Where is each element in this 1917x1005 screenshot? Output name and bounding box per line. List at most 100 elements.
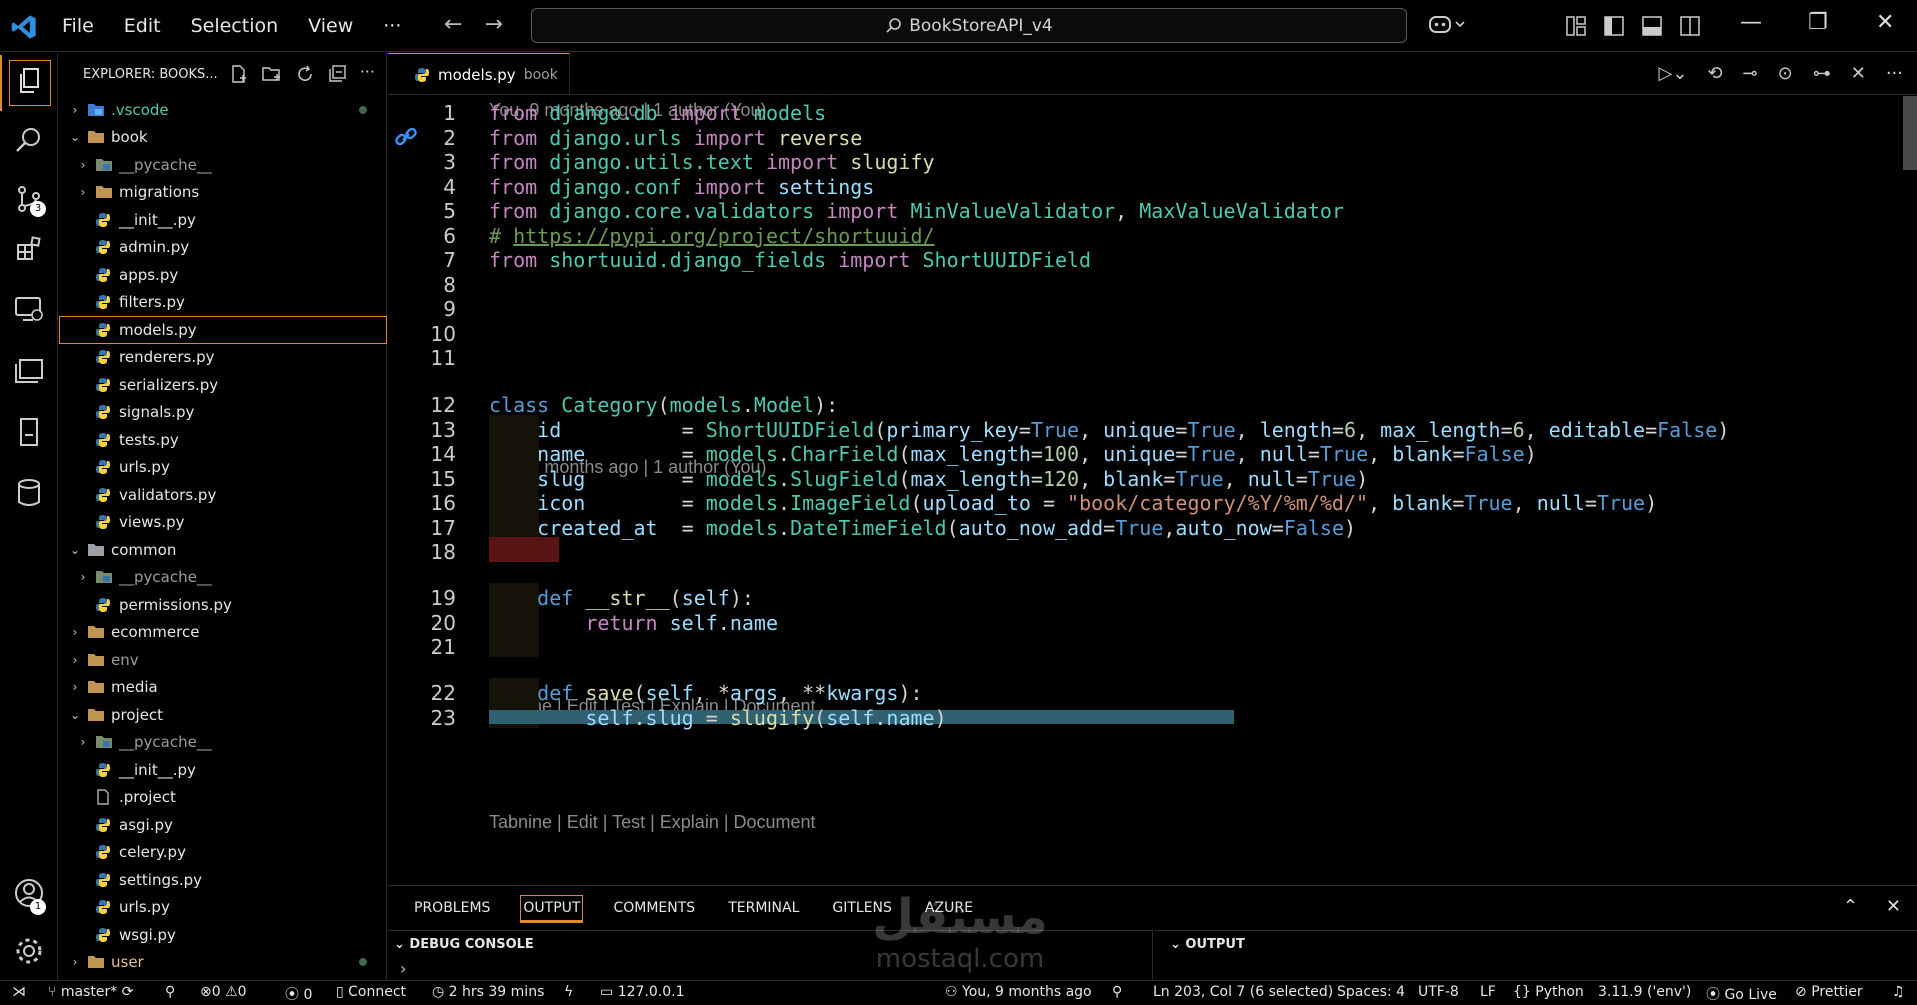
tree-folder[interactable]: › __pycache__ <box>59 151 387 179</box>
search-activity[interactable] <box>0 112 58 168</box>
commit-icon[interactable]: ⊙ <box>1778 63 1793 84</box>
tab-output[interactable]: OUTPUT <box>520 895 584 923</box>
explorer-activity[interactable] <box>0 55 58 111</box>
code-line[interactable]: 11 <box>388 343 1897 373</box>
blame-indicator[interactable]: ⚇ You, 9 months ago <box>945 984 1092 1000</box>
toggle-panel-icon[interactable] <box>1642 16 1662 36</box>
tree-file[interactable]: wsgi.py <box>59 921 387 949</box>
code-line[interactable]: 23 self.slug = slugify(self.name) <box>388 703 1897 733</box>
tree-file[interactable]: urls.py <box>59 454 387 482</box>
tree-file[interactable]: serializers.py <box>59 371 387 399</box>
extensions-activity[interactable] <box>0 221 58 277</box>
tree-file[interactable]: __init__.py <box>59 206 387 234</box>
wakatime[interactable]: ◷ 2 hrs 39 mins <box>432 984 544 1000</box>
tree-file[interactable]: filters.py <box>59 289 387 317</box>
toggle-primary-sidebar-icon[interactable] <box>1604 16 1624 36</box>
output-header[interactable]: ⌄ OUTPUT <box>1170 937 1245 952</box>
toggle-secondary-sidebar-icon[interactable] <box>1680 16 1700 36</box>
chevron-right-icon[interactable]: › <box>67 653 83 667</box>
tree-file[interactable]: __init__.py <box>59 756 387 784</box>
chevron-down-icon[interactable]: ⌄ <box>67 543 83 557</box>
tree-file[interactable]: apps.py <box>59 261 387 289</box>
customize-layout-icon[interactable] <box>1566 16 1586 36</box>
code-line[interactable]: 18 <box>388 537 1897 567</box>
maximize-panel-icon[interactable]: ⌃ <box>1843 896 1858 917</box>
prettier[interactable]: ⊘ Prettier <box>1795 984 1863 1000</box>
debug-console-input[interactable]: › <box>400 959 406 978</box>
chevron-right-icon[interactable]: › <box>67 625 83 639</box>
forward-arrow-icon[interactable]: → <box>484 12 502 37</box>
chevron-right-icon[interactable]: › <box>75 735 91 749</box>
tree-file[interactable]: permissions.py <box>59 591 387 619</box>
language-mode[interactable]: {} Python <box>1513 984 1584 1000</box>
notifications-icon[interactable]: ♫ <box>1892 984 1905 1000</box>
tab-problems[interactable]: PROBLEMS <box>412 896 492 922</box>
indentation[interactable]: Spaces: 4 <box>1337 984 1405 1000</box>
tree-file[interactable]: tests.py <box>59 426 387 454</box>
remote-explorer-activity[interactable] <box>0 281 58 337</box>
cursor-position[interactable]: Ln 203, Col 7 (6 selected) <box>1153 984 1333 1000</box>
copilot-icon[interactable] <box>1428 12 1468 42</box>
new-folder-icon[interactable] <box>262 65 282 83</box>
close-editors-icon[interactable]: ✕ <box>1851 63 1866 84</box>
tree-folder[interactable]: › user <box>59 949 387 977</box>
end-of-line[interactable]: LF <box>1480 984 1496 1000</box>
chevron-right-icon[interactable]: › <box>75 158 91 172</box>
tree-file[interactable]: signals.py <box>59 399 387 427</box>
run-python-icon[interactable]: ▷⌄ <box>1659 63 1688 84</box>
chevron-down-icon[interactable]: ⌄ <box>67 708 83 722</box>
tabnine-codelens[interactable]: Tabnine | Edit | Test | Explain | Docume… <box>489 808 816 836</box>
chevron-down-icon[interactable]: ⌄ <box>67 130 83 144</box>
tree-folder[interactable]: ⌄ common <box>59 536 387 564</box>
tree-file[interactable]: urls.py <box>59 894 387 922</box>
encoding[interactable]: UTF-8 <box>1418 984 1459 1000</box>
menu-view[interactable]: View <box>308 15 353 37</box>
tree-file[interactable]: celery.py <box>59 839 387 867</box>
code-line[interactable]: 21 <box>388 632 1897 662</box>
more-actions-icon[interactable]: ··· <box>1886 63 1903 84</box>
tree-file[interactable]: .project <box>59 784 387 812</box>
tree-file[interactable]: settings.py <box>59 866 387 894</box>
branch-indicator[interactable]: ⑂ master* ⟳ <box>48 984 133 1000</box>
tree-file[interactable]: admin.py <box>59 234 387 262</box>
more-actions-icon[interactable]: ··· <box>360 64 375 83</box>
debug-console-header[interactable]: ⌄ DEBUG CONSOLE <box>394 937 534 952</box>
tree-file[interactable]: asgi.py <box>59 811 387 839</box>
tree-folder[interactable]: › __pycache__ <box>59 729 387 757</box>
tree-file[interactable]: views.py <box>59 509 387 537</box>
next-change-icon[interactable]: ⊶ <box>1813 63 1831 84</box>
chevron-right-icon[interactable]: › <box>67 103 83 117</box>
gitlens-activity[interactable] <box>0 343 58 399</box>
source-control-activity[interactable]: 3 <box>0 171 58 227</box>
new-file-icon[interactable] <box>230 65 248 83</box>
zoom-icon[interactable]: ⚲ <box>1112 984 1122 1000</box>
close-panel-icon[interactable]: ✕ <box>1886 896 1901 917</box>
code-editor[interactable]: You, 9 months ago | 1 author (You) You, … <box>388 96 1897 885</box>
tree-folder[interactable]: › migrations <box>59 179 387 207</box>
restore-icon[interactable]: ❐ <box>1808 10 1828 35</box>
graph-icon[interactable]: ⚲ <box>165 984 175 1000</box>
tree-folder[interactable]: › media <box>59 674 387 702</box>
tree-folder[interactable]: ⌄ book <box>59 124 387 152</box>
editor-scrollbar[interactable] <box>1903 96 1917 170</box>
tree-file[interactable]: validators.py <box>59 481 387 509</box>
db-connect[interactable]: ▯ Connect <box>336 984 406 1000</box>
device-activity[interactable] <box>0 404 58 460</box>
command-center-search[interactable]: BookStoreAPI_v4 <box>531 8 1407 43</box>
go-live[interactable]: ⦿ Go Live <box>1706 984 1777 1004</box>
previous-change-icon[interactable]: ⊸ <box>1743 63 1758 84</box>
close-window-icon[interactable]: ✕ <box>1876 10 1894 35</box>
tree-folder[interactable]: › __pycache__ <box>59 564 387 592</box>
host-indicator[interactable]: ▭ 127.0.0.1 <box>600 984 684 1000</box>
remote-indicator-icon[interactable]: ⋊ <box>12 984 26 1000</box>
chevron-right-icon[interactable]: › <box>75 185 91 199</box>
menu-selection[interactable]: Selection <box>191 15 279 37</box>
tab-terminal[interactable]: TERMINAL <box>726 896 801 922</box>
tree-folder[interactable]: › .vscode <box>59 96 387 124</box>
ports-indicator[interactable]: ⦿ 0 <box>285 984 312 1004</box>
chevron-right-icon[interactable]: › <box>75 570 91 584</box>
chevron-right-icon[interactable]: › <box>67 955 83 969</box>
tree-file[interactable]: renderers.py <box>59 344 387 372</box>
tree-file[interactable]: models.py <box>59 316 387 344</box>
tab-models-py[interactable]: models.py book <box>388 53 570 95</box>
